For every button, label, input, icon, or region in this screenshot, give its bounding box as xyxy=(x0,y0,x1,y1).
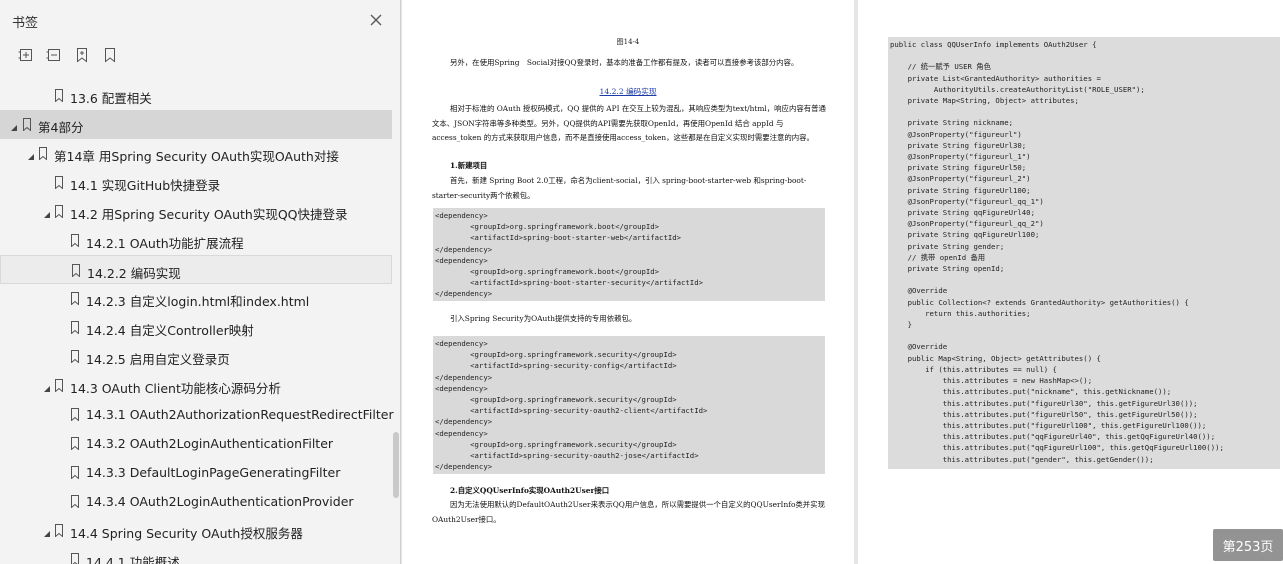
sidebar-scrollbar-thumb[interactable] xyxy=(393,432,399,498)
bookmark-tree: 13.6 配置相关第4部分第14章 用Spring Security OAuth… xyxy=(0,81,394,564)
expand-toggle-icon[interactable] xyxy=(43,526,51,537)
step-title: 1.新建项目 xyxy=(450,161,488,170)
bookmark-icon xyxy=(70,321,80,335)
bookmarks-header: 书签 xyxy=(0,0,400,42)
paragraph: 相对于标准的 OAuth 授权码模式，QQ 提供的 API 在交互上较为混乱，其… xyxy=(432,104,826,142)
bookmarks-title: 书签 xyxy=(12,16,39,31)
page-indicator: 第253页 xyxy=(1213,529,1283,561)
section-heading-link[interactable]: 14.2.2 编码实现 xyxy=(402,86,854,97)
expand-toggle-icon[interactable] xyxy=(43,381,51,392)
code-block: public class QQUserInfo implements OAuth… xyxy=(888,37,1280,469)
bookmark-item[interactable]: 14.2.3 自定义login.html和index.html xyxy=(0,284,392,313)
bookmark-icon xyxy=(22,118,32,132)
bookmark-item[interactable]: 14.2 用Spring Security OAuth实现QQ快捷登录 xyxy=(0,197,392,226)
bookmark-item[interactable]: 第14章 用Spring Security OAuth实现OAuth对接 xyxy=(0,139,392,168)
expand-toggle-icon[interactable] xyxy=(27,149,35,160)
bookmark-icon xyxy=(70,292,80,306)
add-bookmark-icon[interactable] xyxy=(71,44,93,66)
bookmark-label: 14.3.3 DefaultLoginPageGeneratingFilter xyxy=(86,465,341,480)
bookmark-label: 14.2 用Spring Security OAuth实现QQ快捷登录 xyxy=(70,207,348,222)
paragraph: 因为无法使用默认的DefaultOAuth2User来表示QQ用户信息，所以需要… xyxy=(432,500,825,524)
bookmark-label: 14.4.1 功能概述 xyxy=(86,555,180,564)
bookmark-icon xyxy=(54,205,64,219)
bookmark-item[interactable]: 第4部分 xyxy=(0,110,392,139)
step-title: 2.自定义QQUserInfo实现OAuth2User接口 xyxy=(450,486,610,495)
expand-toggle-icon[interactable] xyxy=(43,207,51,218)
bookmark-item[interactable]: 14.2.4 自定义Controller映射 xyxy=(0,313,392,342)
pdf-page-right: public class QQUserInfo implements OAuth… xyxy=(858,0,1283,564)
code-block: <dependency> <groupId>org.springframewor… xyxy=(433,208,825,301)
bookmark-item[interactable]: 14.2.5 启用自定义登录页 xyxy=(0,342,392,371)
bookmark-icon xyxy=(70,437,80,451)
bookmark-label: 14.2.2 编码实现 xyxy=(87,266,181,281)
bookmark-icon xyxy=(70,495,80,509)
bookmark-icon xyxy=(70,408,80,422)
bookmarks-panel: 书签 13.6 配置相关第4部分第14章 用Spring Security OA… xyxy=(0,0,401,564)
bookmark-item[interactable]: 14.4.1 功能概述 xyxy=(0,545,392,564)
pdf-page-left: 图14-4 另外，在使用Spring Social对接QQ登录时，基本的准备工作… xyxy=(402,0,854,564)
bookmark-label: 14.3 OAuth Client功能核心源码分析 xyxy=(70,381,281,396)
bookmark-label: 14.3.2 OAuth2LoginAuthenticationFilter xyxy=(86,436,334,451)
paragraph: 引入Spring Security为OAuth提供支持的专用依赖包。 xyxy=(450,314,637,323)
bookmark-label: 第14章 用Spring Security OAuth实现OAuth对接 xyxy=(54,149,339,164)
expand-toggle-icon[interactable] xyxy=(10,120,18,131)
collapse-all-icon[interactable] xyxy=(43,44,65,66)
bookmark-icon xyxy=(70,234,80,248)
code-block: <dependency> <groupId>org.springframewor… xyxy=(433,336,825,474)
bookmark-icon xyxy=(54,379,64,393)
bookmark-icon xyxy=(70,466,80,480)
bookmark-icon xyxy=(54,89,64,103)
bookmark-label: 第4部分 xyxy=(38,120,84,135)
bookmark-icon[interactable] xyxy=(99,44,121,66)
bookmark-label: 14.2.3 自定义login.html和index.html xyxy=(86,294,310,309)
bookmark-item[interactable]: 14.2.2 编码实现 xyxy=(0,255,392,284)
bookmark-item[interactable]: 14.2.1 OAuth功能扩展流程 xyxy=(0,226,392,255)
bookmark-icon xyxy=(54,176,64,190)
expand-all-icon[interactable] xyxy=(15,44,37,66)
bookmark-item[interactable]: 13.6 配置相关 xyxy=(0,81,392,110)
bookmark-item[interactable]: 14.3.4 OAuth2LoginAuthenticationProvider xyxy=(0,487,392,516)
bookmark-item[interactable]: 14.3.3 DefaultLoginPageGeneratingFilter xyxy=(0,458,392,487)
bookmark-icon xyxy=(54,524,64,538)
bookmark-item[interactable]: 14.1 实现GitHub快捷登录 xyxy=(0,168,392,197)
bookmark-icon xyxy=(70,553,80,564)
bookmark-label: 14.2.5 启用自定义登录页 xyxy=(86,352,230,367)
bookmark-icon xyxy=(71,264,81,278)
close-icon[interactable] xyxy=(366,10,386,30)
bookmark-item[interactable]: 14.4 Spring Security OAuth授权服务器 xyxy=(0,516,392,545)
bookmark-label: 14.3.1 OAuth2AuthorizationRequestRedirec… xyxy=(86,407,394,422)
bookmark-label: 13.6 配置相关 xyxy=(70,91,152,106)
bookmark-label: 14.3.4 OAuth2LoginAuthenticationProvider xyxy=(86,494,354,509)
paragraph: 首先，新建 Spring Boot 2.0工程，命名为client-social… xyxy=(432,176,807,200)
bookmark-icon xyxy=(38,147,48,161)
figure-caption: 图14-4 xyxy=(616,38,640,46)
paragraph: 另外，在使用Spring Social对接QQ登录时，基本的准备工作都有提及，读… xyxy=(450,58,799,67)
bookmark-label: 14.1 实现GitHub快捷登录 xyxy=(70,178,221,193)
bookmark-item[interactable]: 14.3 OAuth Client功能核心源码分析 xyxy=(0,371,392,400)
document-viewer[interactable]: 图14-4 另外，在使用Spring Social对接QQ登录时，基本的准备工作… xyxy=(402,0,1283,564)
bookmark-icon xyxy=(70,350,80,364)
bookmark-label: 14.2.4 自定义Controller映射 xyxy=(86,323,254,338)
bookmark-item[interactable]: 14.3.2 OAuth2LoginAuthenticationFilter xyxy=(0,429,392,458)
bookmark-item[interactable]: 14.3.1 OAuth2AuthorizationRequestRedirec… xyxy=(0,400,394,429)
bookmark-label: 14.4 Spring Security OAuth授权服务器 xyxy=(70,526,303,541)
bookmark-label: 14.2.1 OAuth功能扩展流程 xyxy=(86,236,244,251)
bookmarks-toolbar xyxy=(0,44,400,70)
